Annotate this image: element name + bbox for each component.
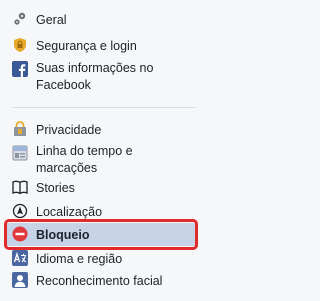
sidebar-item-label: Idioma e região <box>36 252 123 266</box>
sidebar-item-label: Linha do tempo e marcações <box>36 144 133 175</box>
sidebar-item-geral[interactable]: Geral <box>6 10 196 30</box>
sidebar-item-informacoes[interactable]: Suas informações no Facebook <box>6 58 196 96</box>
sidebar-item-privacidade[interactable]: Privacidade <box>6 120 196 140</box>
gears-icon <box>14 12 26 25</box>
facebook-icon <box>12 61 28 77</box>
highlight-outline <box>4 219 198 250</box>
lock-icon <box>14 121 26 136</box>
face-icon <box>12 272 28 288</box>
sidebar-item-label: Stories <box>36 181 75 195</box>
section-divider <box>12 107 196 108</box>
sidebar-item-seguranca[interactable]: Segurança e login <box>6 36 196 56</box>
sidebar-item-linha-do-tempo[interactable]: Linha do tempo e marcações <box>6 142 196 178</box>
sidebar-item-idioma[interactable]: Idioma e região <box>6 249 196 269</box>
location-icon <box>12 203 28 219</box>
sidebar-item-stories[interactable]: Stories <box>6 178 196 198</box>
language-icon <box>12 250 28 266</box>
settings-sidebar: Geral Segurança e login Suas informações… <box>4 0 198 301</box>
sidebar-item-label: Geral <box>36 13 67 27</box>
timeline-icon <box>12 145 28 161</box>
sidebar-item-label: Segurança e login <box>36 39 137 53</box>
book-icon <box>12 180 28 195</box>
sidebar-item-label: Reconhecimento facial <box>36 274 163 288</box>
sidebar-item-reconhecimento-facial[interactable]: Reconhecimento facial <box>6 271 196 291</box>
sidebar-item-label: Privacidade <box>36 123 102 137</box>
shield-icon <box>14 38 26 52</box>
sidebar-item-label: Suas informações no Facebook <box>36 61 154 92</box>
